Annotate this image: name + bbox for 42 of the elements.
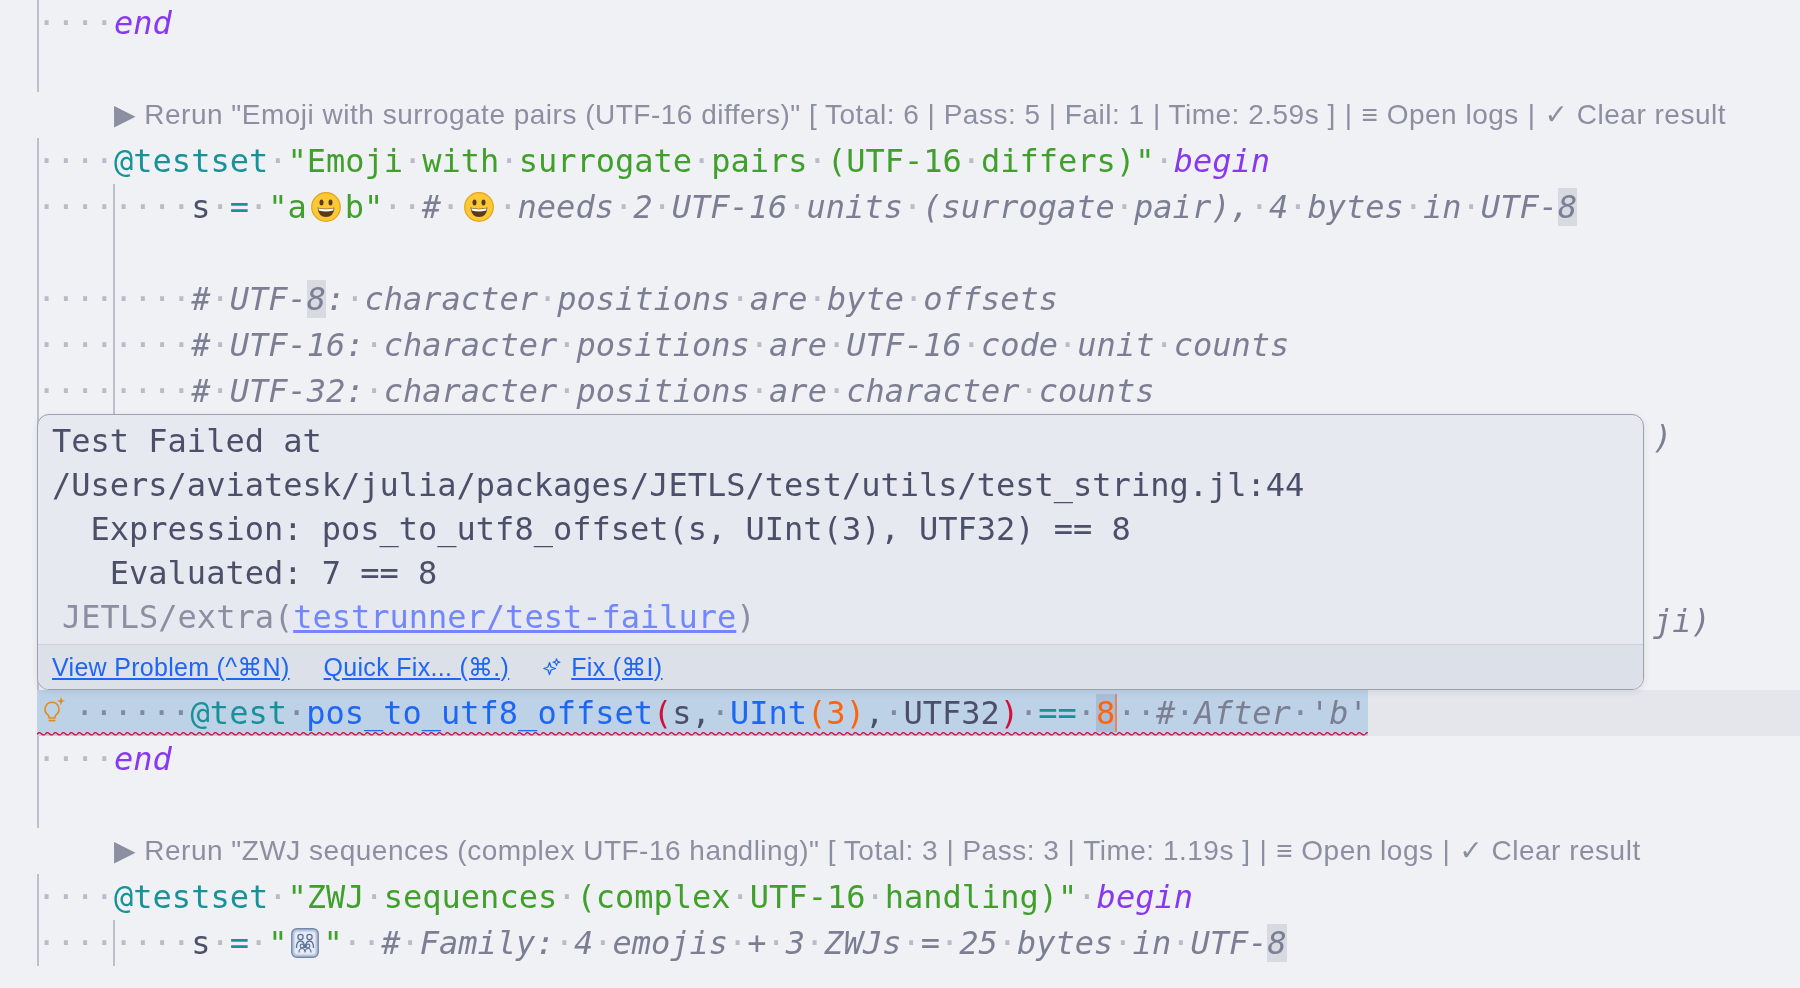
code-text: ········s·=·"a: [37, 188, 307, 226]
sparkle-icon: [543, 658, 562, 676]
diagnostic-source: JETLS/extra(testrunner/test-failure): [62, 597, 756, 638]
code-text: ········s·=·": [37, 924, 288, 962]
code-text: ····@testset·"Emoji·with·surrogate·pairs·(UTF-16·differs)"·begin: [37, 142, 1270, 180]
code-text: ··#·After·'b': [1117, 694, 1368, 732]
family-icon: [291, 928, 320, 958]
diagnostic-message: Test Failed at /Users/aviatesk/julia/packages/JETLS/test/utils/test_string.jl:44 Expression: pos_to_utf8_offset(s, UInt(3), UTF32) == 8 Evaluated: 7 == 8: [52, 421, 1305, 594]
indent-guide: [37, 782, 39, 828]
code-text: ········#·UTF-8:·character·positions·are·byte·offsets: [37, 280, 1059, 318]
code-text: "··#·Family:·4·emojis·+·3·ZWJs·=·25·bytes·in·UTF-8: [323, 924, 1287, 962]
popup-action-link[interactable]: Quick Fix... (⌘.): [323, 652, 510, 682]
codelens-separator: |: [1442, 834, 1451, 868]
codelens-link[interactable]: ≡ Open logs: [1276, 828, 1434, 874]
code-text: ): [1653, 418, 1673, 456]
code-text: ········#·UTF-32:·character·positions·are·character·counts: [37, 372, 1155, 410]
indent-guide: [37, 230, 39, 276]
codelens-link[interactable]: ▶ Rerun "ZWJ sequences (complex UTF-16 handling)" [ Total: 3 | Pass: 3 | Time: 1.19s ]: [114, 828, 1251, 874]
code-text: b"··#·: [344, 188, 461, 226]
codelens-link[interactable]: ✓ Clear result: [1459, 828, 1641, 874]
code-text: ····end: [37, 740, 172, 778]
grinning-face-icon: [464, 192, 495, 222]
popup-action-link[interactable]: Fix (⌘I): [543, 652, 663, 682]
code-text: ······@test·pos_to_utf8_offset(s,·UInt(3),·UTF32)·==·8: [75, 694, 1116, 732]
indent-guide: [113, 230, 115, 276]
popup-action-link[interactable]: View Problem (^⌘N): [52, 652, 290, 682]
code-text: ········#·UTF-16:·character·positions·are·UTF-16·code·unit·counts: [37, 326, 1290, 364]
indent-guide: [37, 46, 39, 92]
codelens-separator: |: [1259, 834, 1268, 868]
codelens-link[interactable]: ≡ Open logs: [1361, 92, 1519, 138]
codelens-separator: |: [1527, 98, 1536, 132]
code-text: ····@testset·"ZWJ·sequences·(complex·UTF-16·handling)"·begin: [37, 878, 1193, 916]
code-text: ji): [1653, 602, 1711, 640]
rule-link[interactable]: testrunner/test-failure: [293, 598, 737, 636]
grinning-face-icon: [310, 192, 341, 222]
codelens-link[interactable]: ✓ Clear result: [1544, 92, 1726, 138]
codelens-separator: |: [1344, 98, 1353, 132]
lightbulb-icon[interactable]: [41, 695, 66, 723]
codelens-link[interactable]: ▶ Rerun "Emoji with surrogate pairs (UTF-16 differs)" [ Total: 6 | Pass: 5 | Fail: 1 | Time: 2.59s ]: [114, 92, 1336, 138]
code-text: ·needs·2·UTF-16·units·(surrogate·pair),·4·bytes·in·UTF-8: [498, 188, 1578, 226]
code-text: ····end: [37, 4, 172, 42]
cursor-icon: [1115, 694, 1118, 732]
